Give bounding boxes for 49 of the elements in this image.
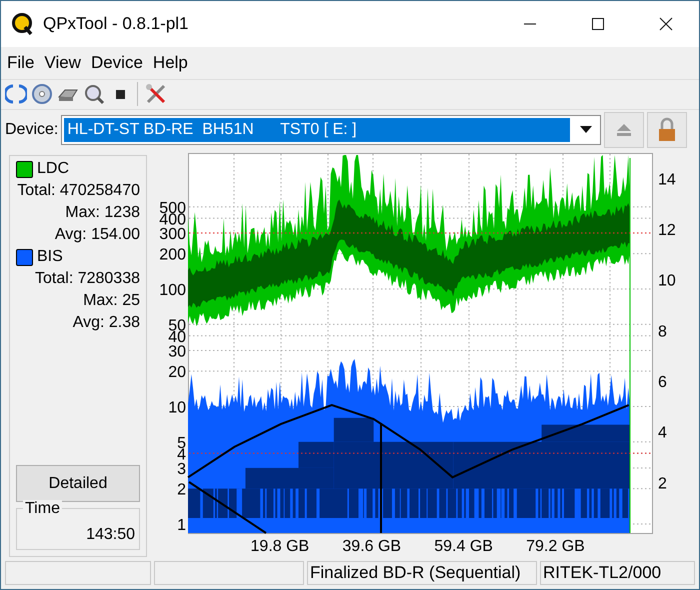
device-dropdown[interactable]: HL-DT-ST BD-RE BH51N TST0 [ E: ] bbox=[61, 115, 602, 146]
media-id-text: RITEK-TL2/000 bbox=[540, 561, 695, 586]
menu-item[interactable]: Device bbox=[90, 52, 143, 73]
legend-label: BIS bbox=[37, 248, 63, 266]
window-title: QPxTool - 0.8.1-pl1 bbox=[43, 14, 189, 34]
app-logo-icon bbox=[11, 12, 35, 36]
axis-tick-label: 3 bbox=[177, 461, 186, 478]
menu-item[interactable]: Help bbox=[152, 52, 188, 73]
detailed-button[interactable]: Detailed bbox=[16, 465, 140, 502]
device-label: Device: bbox=[5, 121, 58, 140]
axis-tick-label: 39.6 GB bbox=[342, 538, 402, 556]
axis-tick-label: 1 bbox=[177, 517, 186, 534]
axis-tick-label: 2 bbox=[177, 482, 186, 499]
axis-tick-label: 6 bbox=[658, 374, 667, 392]
menu-item[interactable]: File bbox=[7, 52, 34, 73]
avg-value: Avg: 154.00 bbox=[54, 225, 140, 246]
axis-tick-label: 10 bbox=[658, 272, 676, 290]
eject-icon bbox=[615, 122, 634, 138]
disc-state-text: Finalized BD-R (Sequential) bbox=[307, 561, 537, 586]
close-icon[interactable] bbox=[659, 16, 673, 31]
legend-label: LDC bbox=[37, 160, 70, 178]
axis-tick-label: 30 bbox=[168, 344, 186, 361]
axis-tick-label: 59.4 GB bbox=[434, 538, 493, 556]
total-value: Total: 470258470 bbox=[16, 181, 140, 202]
axis-tick-label: 300 bbox=[159, 226, 186, 244]
axis-tick-label: 14 bbox=[658, 171, 676, 188]
axis-tick-label: 8 bbox=[658, 323, 667, 340]
axis-tick-label: 19.8 GB bbox=[250, 538, 310, 556]
padlock-icon bbox=[657, 117, 678, 144]
axis-tick-label: 79.2 GB bbox=[526, 538, 585, 556]
menu-item[interactable]: View bbox=[44, 52, 81, 73]
maximize-icon[interactable] bbox=[591, 16, 605, 31]
axis-tick-label: 10 bbox=[168, 400, 186, 417]
caret-icon bbox=[580, 126, 592, 134]
magnifier-icon[interactable] bbox=[83, 83, 105, 106]
lock-button[interactable] bbox=[647, 112, 688, 148]
axis-tick-label: 200 bbox=[159, 246, 186, 264]
axis-tick-label: 4 bbox=[658, 424, 667, 442]
refresh-icon[interactable] bbox=[5, 83, 27, 106]
axis-tick-label: 12 bbox=[658, 222, 676, 240]
avg-value: Avg: 2.38 bbox=[72, 313, 140, 334]
axis-tick-label: 20 bbox=[168, 364, 186, 382]
disc-icon[interactable] bbox=[31, 83, 53, 106]
max-value: Max: 1238 bbox=[64, 203, 140, 224]
time-value: 143:50 bbox=[85, 526, 135, 544]
total-value: Total: 7280338 bbox=[34, 269, 140, 290]
axis-tick-label: 100 bbox=[159, 282, 186, 300]
max-value: Max: 25 bbox=[82, 291, 140, 312]
axis-tick-label: 2 bbox=[658, 475, 667, 492]
